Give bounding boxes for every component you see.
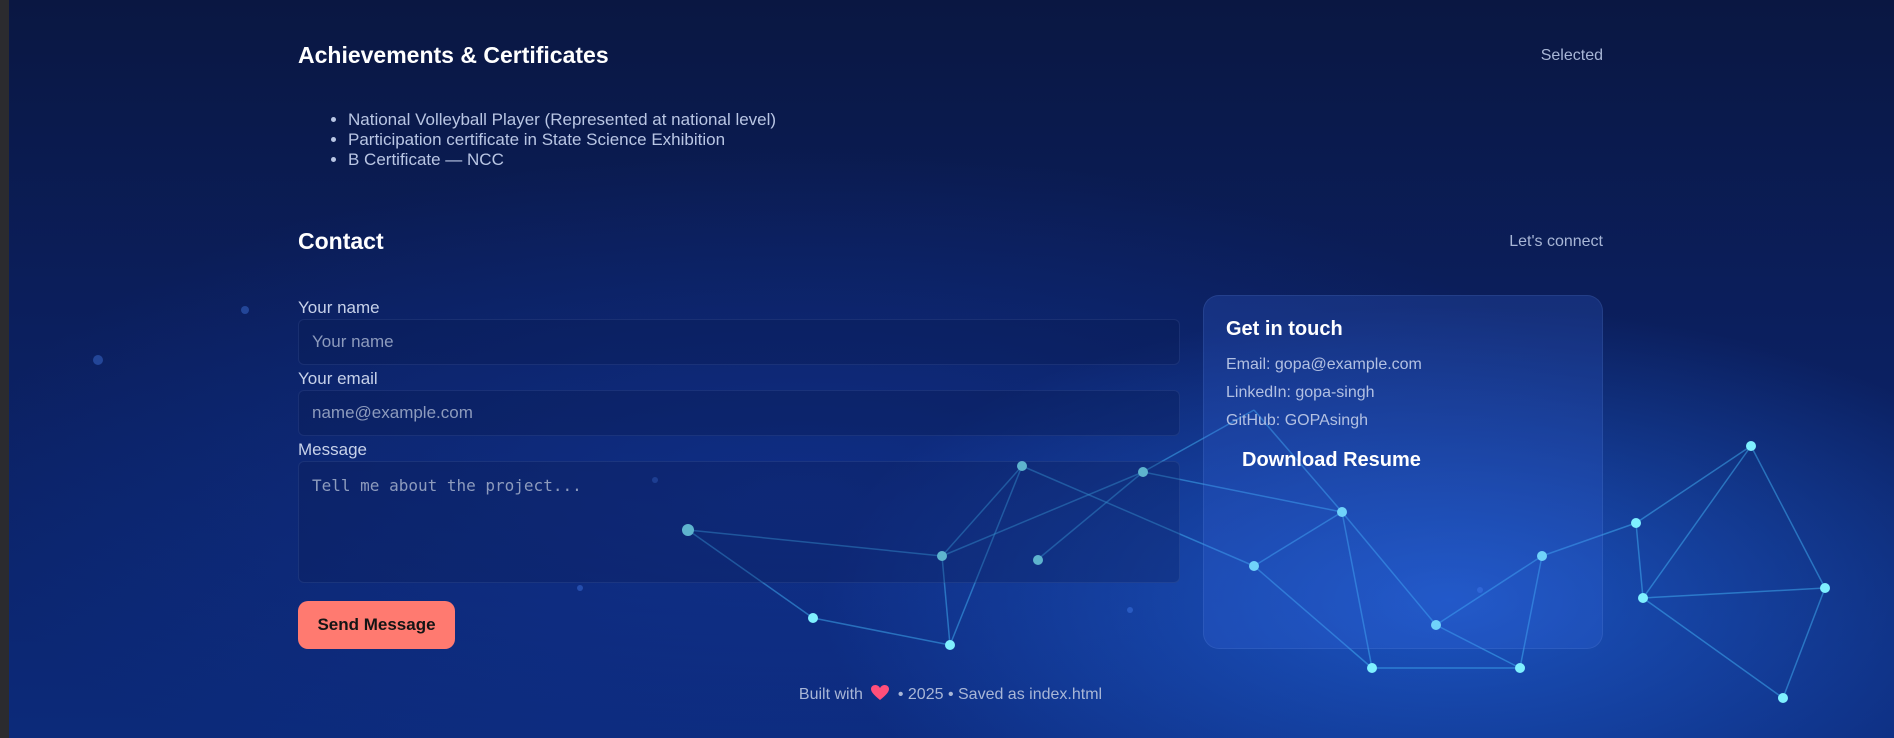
contact-card: Get in touch Email: gopa@example.com Lin… — [1203, 295, 1603, 649]
contact-title: Contact — [298, 228, 384, 254]
achievements-header: Achievements & Certificates Selected — [298, 42, 1603, 69]
list-item: Participation certificate in State Scien… — [348, 130, 776, 150]
name-input[interactable]: Your name — [298, 319, 1180, 365]
send-message-button[interactable]: Send Message — [298, 601, 455, 649]
page-content: Achievements & Certificates Selected Nat… — [298, 0, 1603, 738]
achievements-title: Achievements & Certificates — [298, 42, 609, 68]
heart-icon — [871, 685, 890, 706]
contact-linkedin: LinkedIn: gopa-singh — [1226, 384, 1375, 401]
name-label: Your name — [298, 298, 380, 317]
email-input[interactable]: name@example.com — [298, 390, 1180, 436]
contact-tag: Let's connect — [1509, 232, 1603, 250]
achievements-list: National Volleyball Player (Represented … — [298, 110, 776, 170]
footer: Built with • 2025 • Saved as index.html — [298, 685, 1603, 706]
footer-text: • 2025 • Saved as index.html — [897, 686, 1103, 703]
message-textarea[interactable]: Tell me about the project... — [298, 461, 1180, 583]
card-title: Get in touch — [1226, 318, 1343, 340]
email-label: Your email — [298, 369, 378, 388]
contact-header: Contact Let's connect — [298, 228, 1603, 255]
achievements-tag: Selected — [1540, 46, 1603, 64]
window-edge — [0, 0, 9, 738]
list-item: National Volleyball Player (Represented … — [348, 110, 776, 130]
list-item: B Certificate — NCC — [348, 150, 776, 170]
contact-email: Email: gopa@example.com — [1226, 356, 1422, 373]
footer-built-with: Built with — [798, 686, 863, 703]
message-label: Message — [298, 440, 367, 459]
contact-github: GitHub: GOPAsingh — [1226, 412, 1368, 429]
download-resume-button[interactable]: Download Resume — [1226, 443, 1437, 478]
